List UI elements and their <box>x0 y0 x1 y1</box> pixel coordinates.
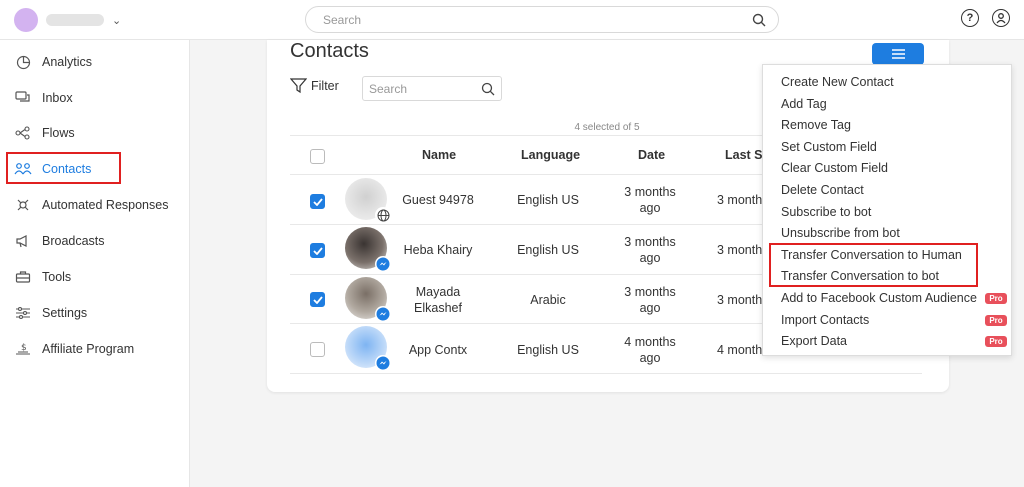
cell-language: English US <box>517 343 579 357</box>
filter-button[interactable]: Filter <box>290 78 339 94</box>
row-checkbox[interactable] <box>310 292 325 307</box>
globe-icon <box>375 207 391 223</box>
menu-item-remove-tag[interactable]: Remove Tag <box>781 116 1009 134</box>
avatar <box>345 178 391 223</box>
workspace-switcher[interactable]: ⌄ <box>14 8 121 32</box>
sidebar-item-analytics[interactable]: Analytics <box>8 47 183 77</box>
cell-date: 4 months ago <box>624 335 676 365</box>
messenger-icon <box>375 256 391 272</box>
sidebar-item-label: Settings <box>42 306 88 320</box>
row-checkbox[interactable] <box>310 194 325 209</box>
sidebar-item-tools[interactable]: Tools <box>8 262 183 292</box>
menu-item-create-new-contact[interactable]: Create New Contact <box>781 73 1009 91</box>
pro-badge: Pro <box>985 336 1007 347</box>
cell-last-seen: 3 months <box>717 243 769 257</box>
sidebar-item-label: Inbox <box>42 91 73 105</box>
inbox-icon <box>14 89 32 107</box>
cell-date: 3 months ago <box>624 185 676 215</box>
contacts-search-input[interactable] <box>369 81 481 96</box>
pro-badge: Pro <box>985 315 1007 326</box>
cell-last-seen: 3 months <box>717 193 769 207</box>
menu-item-add-to-facebook-custom-audience[interactable]: Add to Facebook Custom Audience <box>781 289 1009 307</box>
cell-date: 3 months ago <box>624 285 676 315</box>
sidebar-item-automated-responses[interactable]: Automated Responses <box>8 190 183 220</box>
settings-icon <box>14 304 32 322</box>
menu-item-add-tag[interactable]: Add Tag <box>781 95 1009 113</box>
cell-last-seen: 4 months <box>717 343 769 357</box>
filter-icon <box>290 78 307 94</box>
page-title: Contacts <box>290 40 369 62</box>
sidebar-item-label: Tools <box>42 270 72 284</box>
sidebar-item-settings[interactable]: Settings <box>8 298 183 328</box>
sidebar-item-label: Affiliate Program <box>42 342 135 356</box>
menu-item-export-data[interactable]: Export Data <box>781 332 1009 350</box>
menu-item-subscribe-to-bot[interactable]: Subscribe to bot <box>781 203 1009 221</box>
row-checkbox[interactable] <box>310 243 325 258</box>
top-bar: ⌄ ? <box>0 0 1024 40</box>
sidebar: Analytics Inbox Flows Contacts Automated… <box>0 40 190 487</box>
workspace-avatar <box>14 8 38 32</box>
column-header-language[interactable]: Language <box>521 148 580 162</box>
account-icon[interactable] <box>992 9 1010 27</box>
top-search-input[interactable] <box>323 12 752 27</box>
affiliate-icon: $ <box>14 340 32 358</box>
cell-name: App Contx <box>408 343 468 357</box>
svg-text:$: $ <box>21 343 27 353</box>
help-icon[interactable]: ? <box>961 9 979 27</box>
highlight-box-transfer-options <box>769 243 978 287</box>
cell-language: English US <box>517 243 579 257</box>
menu-item-unsubscribe-from-bot[interactable]: Unsubscribe from bot <box>781 224 1009 242</box>
search-icon[interactable] <box>752 13 766 27</box>
avatar <box>345 326 391 371</box>
sidebar-item-label: Analytics <box>42 55 93 69</box>
pro-badge: Pro <box>985 293 1007 304</box>
avatar <box>345 227 391 272</box>
top-search-bar[interactable] <box>305 6 779 33</box>
cell-name: Guest 94978 <box>402 193 474 207</box>
workspace-name-blurred <box>46 14 104 26</box>
messenger-icon <box>375 355 391 371</box>
cell-language: English US <box>517 193 579 207</box>
cell-date: 3 months ago <box>624 235 676 265</box>
tools-icon <box>14 268 32 286</box>
column-header-name[interactable]: Name <box>422 148 456 162</box>
filter-label: Filter <box>311 79 339 93</box>
chevron-down-icon: ⌄ <box>112 14 122 27</box>
analytics-icon <box>14 53 32 71</box>
actions-menu-button[interactable] <box>872 43 924 65</box>
menu-item-set-custom-field[interactable]: Set Custom Field <box>781 138 1009 156</box>
select-all-checkbox[interactable] <box>310 149 325 164</box>
sidebar-item-label: Broadcasts <box>42 234 105 248</box>
broadcasts-icon <box>14 232 32 250</box>
sidebar-item-label: Automated Responses <box>42 198 169 212</box>
row-checkbox[interactable] <box>310 342 325 357</box>
cell-name: Mayada Elkashef <box>414 285 462 315</box>
sidebar-item-broadcasts[interactable]: Broadcasts <box>8 226 183 256</box>
menu-item-clear-custom-field[interactable]: Clear Custom Field <box>781 159 1009 177</box>
messenger-icon <box>375 306 391 322</box>
sidebar-item-inbox[interactable]: Inbox <box>8 83 183 113</box>
cell-name: Heba Khairy <box>403 243 473 257</box>
column-header-date[interactable]: Date <box>638 148 665 162</box>
hamburger-icon <box>891 49 905 59</box>
avatar <box>345 277 391 322</box>
cell-last-seen: 3 months <box>717 293 769 307</box>
automated-responses-icon <box>14 196 32 214</box>
divider <box>290 373 922 374</box>
contacts-search-box[interactable] <box>362 76 502 101</box>
sidebar-item-affiliate-program[interactable]: $ Affiliate Program <box>8 334 183 364</box>
sidebar-item-flows[interactable]: Flows <box>8 118 183 148</box>
menu-item-import-contacts[interactable]: Import Contacts <box>781 311 1009 329</box>
cell-language: Arabic <box>530 293 566 307</box>
selection-status: 4 selected of 5 <box>574 122 640 133</box>
menu-item-delete-contact[interactable]: Delete Contact <box>781 181 1009 199</box>
flows-icon <box>14 124 32 142</box>
search-icon[interactable] <box>481 82 495 96</box>
sidebar-item-label: Flows <box>42 126 75 140</box>
highlight-box-contacts <box>6 152 121 184</box>
actions-dropdown-menu: Create New Contact Add Tag Remove Tag Se… <box>762 64 1012 356</box>
